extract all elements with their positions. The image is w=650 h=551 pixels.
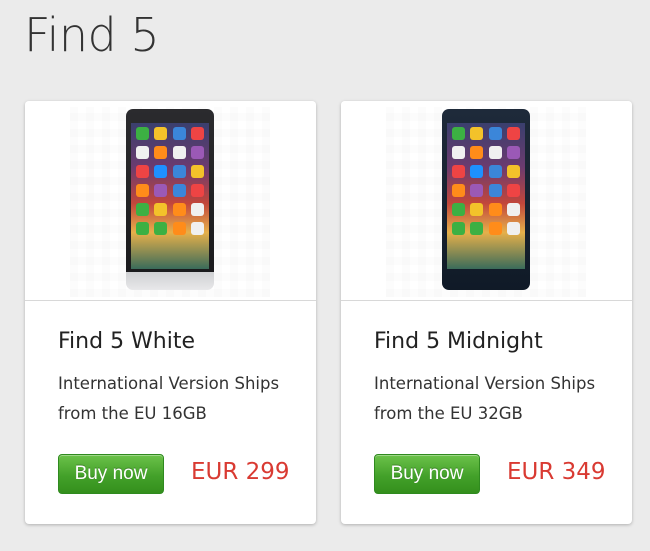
product-description: International Version Ships from the EU … xyxy=(374,374,596,423)
page-title: Find 5 xyxy=(24,8,160,62)
phone-screen xyxy=(447,123,525,269)
phone-midnight-image[interactable] xyxy=(442,109,530,290)
buy-now-button[interactable]: Buy now xyxy=(374,454,480,494)
buy-now-button[interactable]: Buy now xyxy=(58,454,164,494)
product-image-container[interactable] xyxy=(341,101,632,301)
product-title[interactable]: Find 5 Midnight xyxy=(374,329,543,354)
product-price: EUR 299 xyxy=(191,459,290,485)
phone-white-image[interactable] xyxy=(126,109,214,290)
product-image-container[interactable] xyxy=(25,101,316,301)
product-card-find5-midnight[interactable]: Find 5 Midnight International Version Sh… xyxy=(341,101,632,524)
phone-screen xyxy=(131,123,209,269)
product-description: International Version Ships from the EU … xyxy=(58,374,280,423)
product-title[interactable]: Find 5 White xyxy=(58,329,195,354)
product-price: EUR 349 xyxy=(507,459,606,485)
product-card-find5-white[interactable]: Find 5 White International Version Ships… xyxy=(25,101,316,524)
